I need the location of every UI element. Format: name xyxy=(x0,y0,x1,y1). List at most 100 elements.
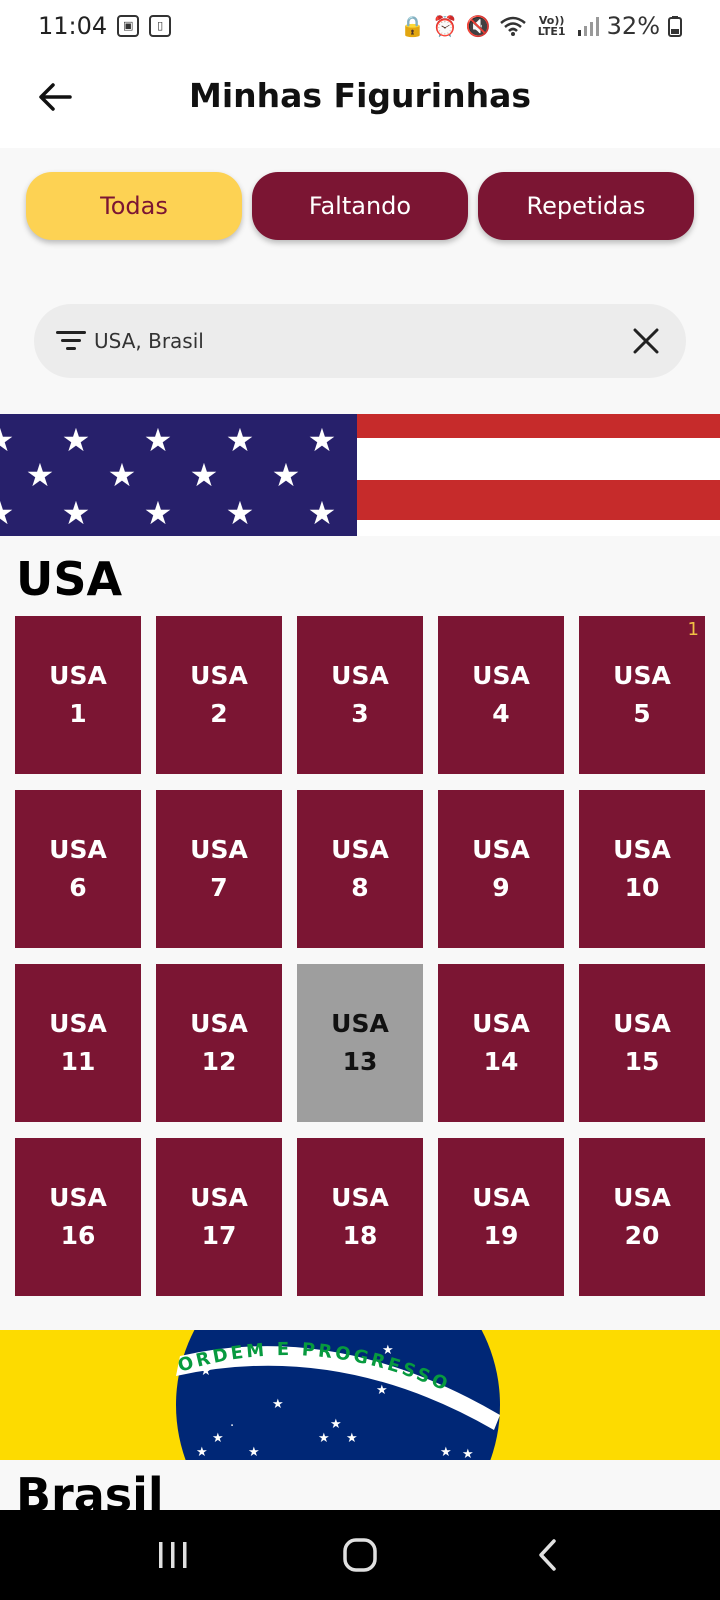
sticker-number: 15 xyxy=(624,1047,660,1076)
svg-text:★: ★ xyxy=(0,421,14,459)
sticker-number: 10 xyxy=(624,873,660,902)
sticker-code: USA xyxy=(49,835,107,864)
sticker-card[interactable]: USA 16 xyxy=(15,1138,141,1296)
sticker-number: 14 xyxy=(483,1047,519,1076)
sticker-card[interactable]: USA 8 xyxy=(297,790,423,948)
sticker-code: USA xyxy=(613,1183,671,1212)
sticker-number: 4 xyxy=(492,699,510,728)
lock-icon: 🔒 xyxy=(399,14,425,38)
svg-text:★: ★ xyxy=(330,1417,342,1432)
sticker-card[interactable]: USA 11 xyxy=(15,964,141,1122)
battery-percent: 32% xyxy=(606,12,660,40)
svg-text:★: ★ xyxy=(248,1445,260,1460)
sticker-number: 9 xyxy=(492,873,510,902)
svg-text:★: ★ xyxy=(144,494,173,532)
sticker-code: USA xyxy=(49,1009,107,1038)
filter-icon xyxy=(54,329,88,353)
sticker-number: 7 xyxy=(210,873,228,902)
sticker-card[interactable]: USA 5 1 xyxy=(579,616,705,774)
sticker-number: 1 xyxy=(69,699,87,728)
clear-search-button[interactable] xyxy=(626,321,666,361)
svg-text:★: ★ xyxy=(226,494,255,532)
sticker-code: USA xyxy=(190,835,248,864)
app-bar: Minhas Figurinhas xyxy=(0,52,720,148)
signal-icon xyxy=(577,17,599,36)
svg-text:★: ★ xyxy=(62,494,91,532)
svg-text:★: ★ xyxy=(226,421,255,459)
svg-text:★: ★ xyxy=(382,1343,394,1358)
sticker-card[interactable]: USA 2 xyxy=(156,616,282,774)
filter-tabs: Todas Faltando Repetidas xyxy=(26,172,694,240)
filter-repetidas-button[interactable]: Repetidas xyxy=(478,172,694,240)
usa-flag-image: ★ ★ ★ ★ ★ ★ ★ ★ ★ ★ ★ ★ ★ ★ xyxy=(0,414,720,536)
sticker-card[interactable]: USA 17 xyxy=(156,1138,282,1296)
sticker-number: 8 xyxy=(351,873,369,902)
sticker-card[interactable]: USA 7 xyxy=(156,790,282,948)
sticker-card[interactable]: USA 20 xyxy=(579,1138,705,1296)
sticker-card[interactable]: USA 3 xyxy=(297,616,423,774)
sticker-code: USA xyxy=(331,1009,389,1038)
system-nav-bar xyxy=(0,1510,720,1600)
svg-text:★: ★ xyxy=(346,1431,358,1446)
sticker-card[interactable]: USA 13 xyxy=(297,964,423,1122)
sticker-number: 3 xyxy=(351,699,369,728)
mute-icon: 🔇 xyxy=(465,14,491,38)
home-button[interactable] xyxy=(320,1525,400,1585)
repeat-count-badge: 1 xyxy=(687,619,699,640)
svg-text:★: ★ xyxy=(308,494,337,532)
sticker-card[interactable]: USA 1 xyxy=(15,616,141,774)
svg-text:★: ★ xyxy=(190,456,219,494)
sticker-number: 18 xyxy=(342,1221,378,1250)
sticker-number: 2 xyxy=(210,699,228,728)
svg-text:★: ★ xyxy=(318,1431,330,1446)
svg-text:★: ★ xyxy=(62,421,91,459)
section-title-usa: USA xyxy=(16,552,123,606)
sticker-card[interactable]: USA 15 xyxy=(579,964,705,1122)
sticker-number: 17 xyxy=(201,1221,237,1250)
recents-button[interactable] xyxy=(133,1525,213,1585)
search-input[interactable]: USA, Brasil xyxy=(94,329,626,353)
sticker-card[interactable]: USA 9 xyxy=(438,790,564,948)
sticker-number: 6 xyxy=(69,873,87,902)
filter-faltando-button[interactable]: Faltando xyxy=(252,172,468,240)
svg-text:★: ★ xyxy=(0,494,14,532)
sticker-code: USA xyxy=(190,1009,248,1038)
sticker-code: USA xyxy=(190,661,248,690)
svg-text:★: ★ xyxy=(196,1445,208,1460)
close-icon xyxy=(633,328,659,354)
svg-text:★: ★ xyxy=(272,1397,284,1412)
sticker-code: USA xyxy=(190,1183,248,1212)
sticker-card[interactable]: USA 18 xyxy=(297,1138,423,1296)
svg-text:★: ★ xyxy=(108,456,137,494)
filter-todas-button[interactable]: Todas xyxy=(26,172,242,240)
svg-text:★: ★ xyxy=(272,456,301,494)
sticker-card[interactable]: USA 14 xyxy=(438,964,564,1122)
sticker-card[interactable]: USA 12 xyxy=(156,964,282,1122)
svg-text:·: · xyxy=(230,1419,234,1434)
sticker-card[interactable]: USA 10 xyxy=(579,790,705,948)
status-time: 11:04 xyxy=(38,12,108,40)
sticker-code: USA xyxy=(613,1009,671,1038)
home-icon xyxy=(343,1538,377,1572)
sticker-card[interactable]: USA 19 xyxy=(438,1138,564,1296)
nav-back-button[interactable] xyxy=(507,1525,587,1585)
sticker-code: USA xyxy=(472,1183,530,1212)
sticker-number: 11 xyxy=(60,1047,96,1076)
sticker-grid-usa: USA 1 USA 2 USA 3 USA 4 USA 5 1 USA 6 USA 7 USA 8 USA 9 USA… xyxy=(15,616,707,1296)
sticker-number: 19 xyxy=(483,1221,519,1250)
brasil-flag-image: ORDEM E PROGRESSO ★ ★ ★ ★ ★ ★ ★ ★ ★ ★ ★ … xyxy=(0,1330,720,1460)
sticker-code: USA xyxy=(613,661,671,690)
sticker-code: USA xyxy=(49,661,107,690)
sticker-card[interactable]: USA 4 xyxy=(438,616,564,774)
sticker-code: USA xyxy=(472,661,530,690)
screenshot-icon: ▯ xyxy=(149,15,172,37)
sticker-code: USA xyxy=(331,1183,389,1212)
search-bar[interactable]: USA, Brasil xyxy=(34,304,686,378)
sticker-number: 12 xyxy=(201,1047,237,1076)
svg-text:★: ★ xyxy=(462,1447,474,1460)
screen: 11:04 ▣ ▯ 🔒 ⏰ 🔇 Vo)) LTE1 32% Minhas Fig… xyxy=(0,0,720,1600)
sticker-card[interactable]: USA 6 xyxy=(15,790,141,948)
svg-text:★: ★ xyxy=(200,1364,212,1379)
back-chevron-icon xyxy=(538,1539,556,1571)
svg-text:★: ★ xyxy=(376,1383,388,1398)
